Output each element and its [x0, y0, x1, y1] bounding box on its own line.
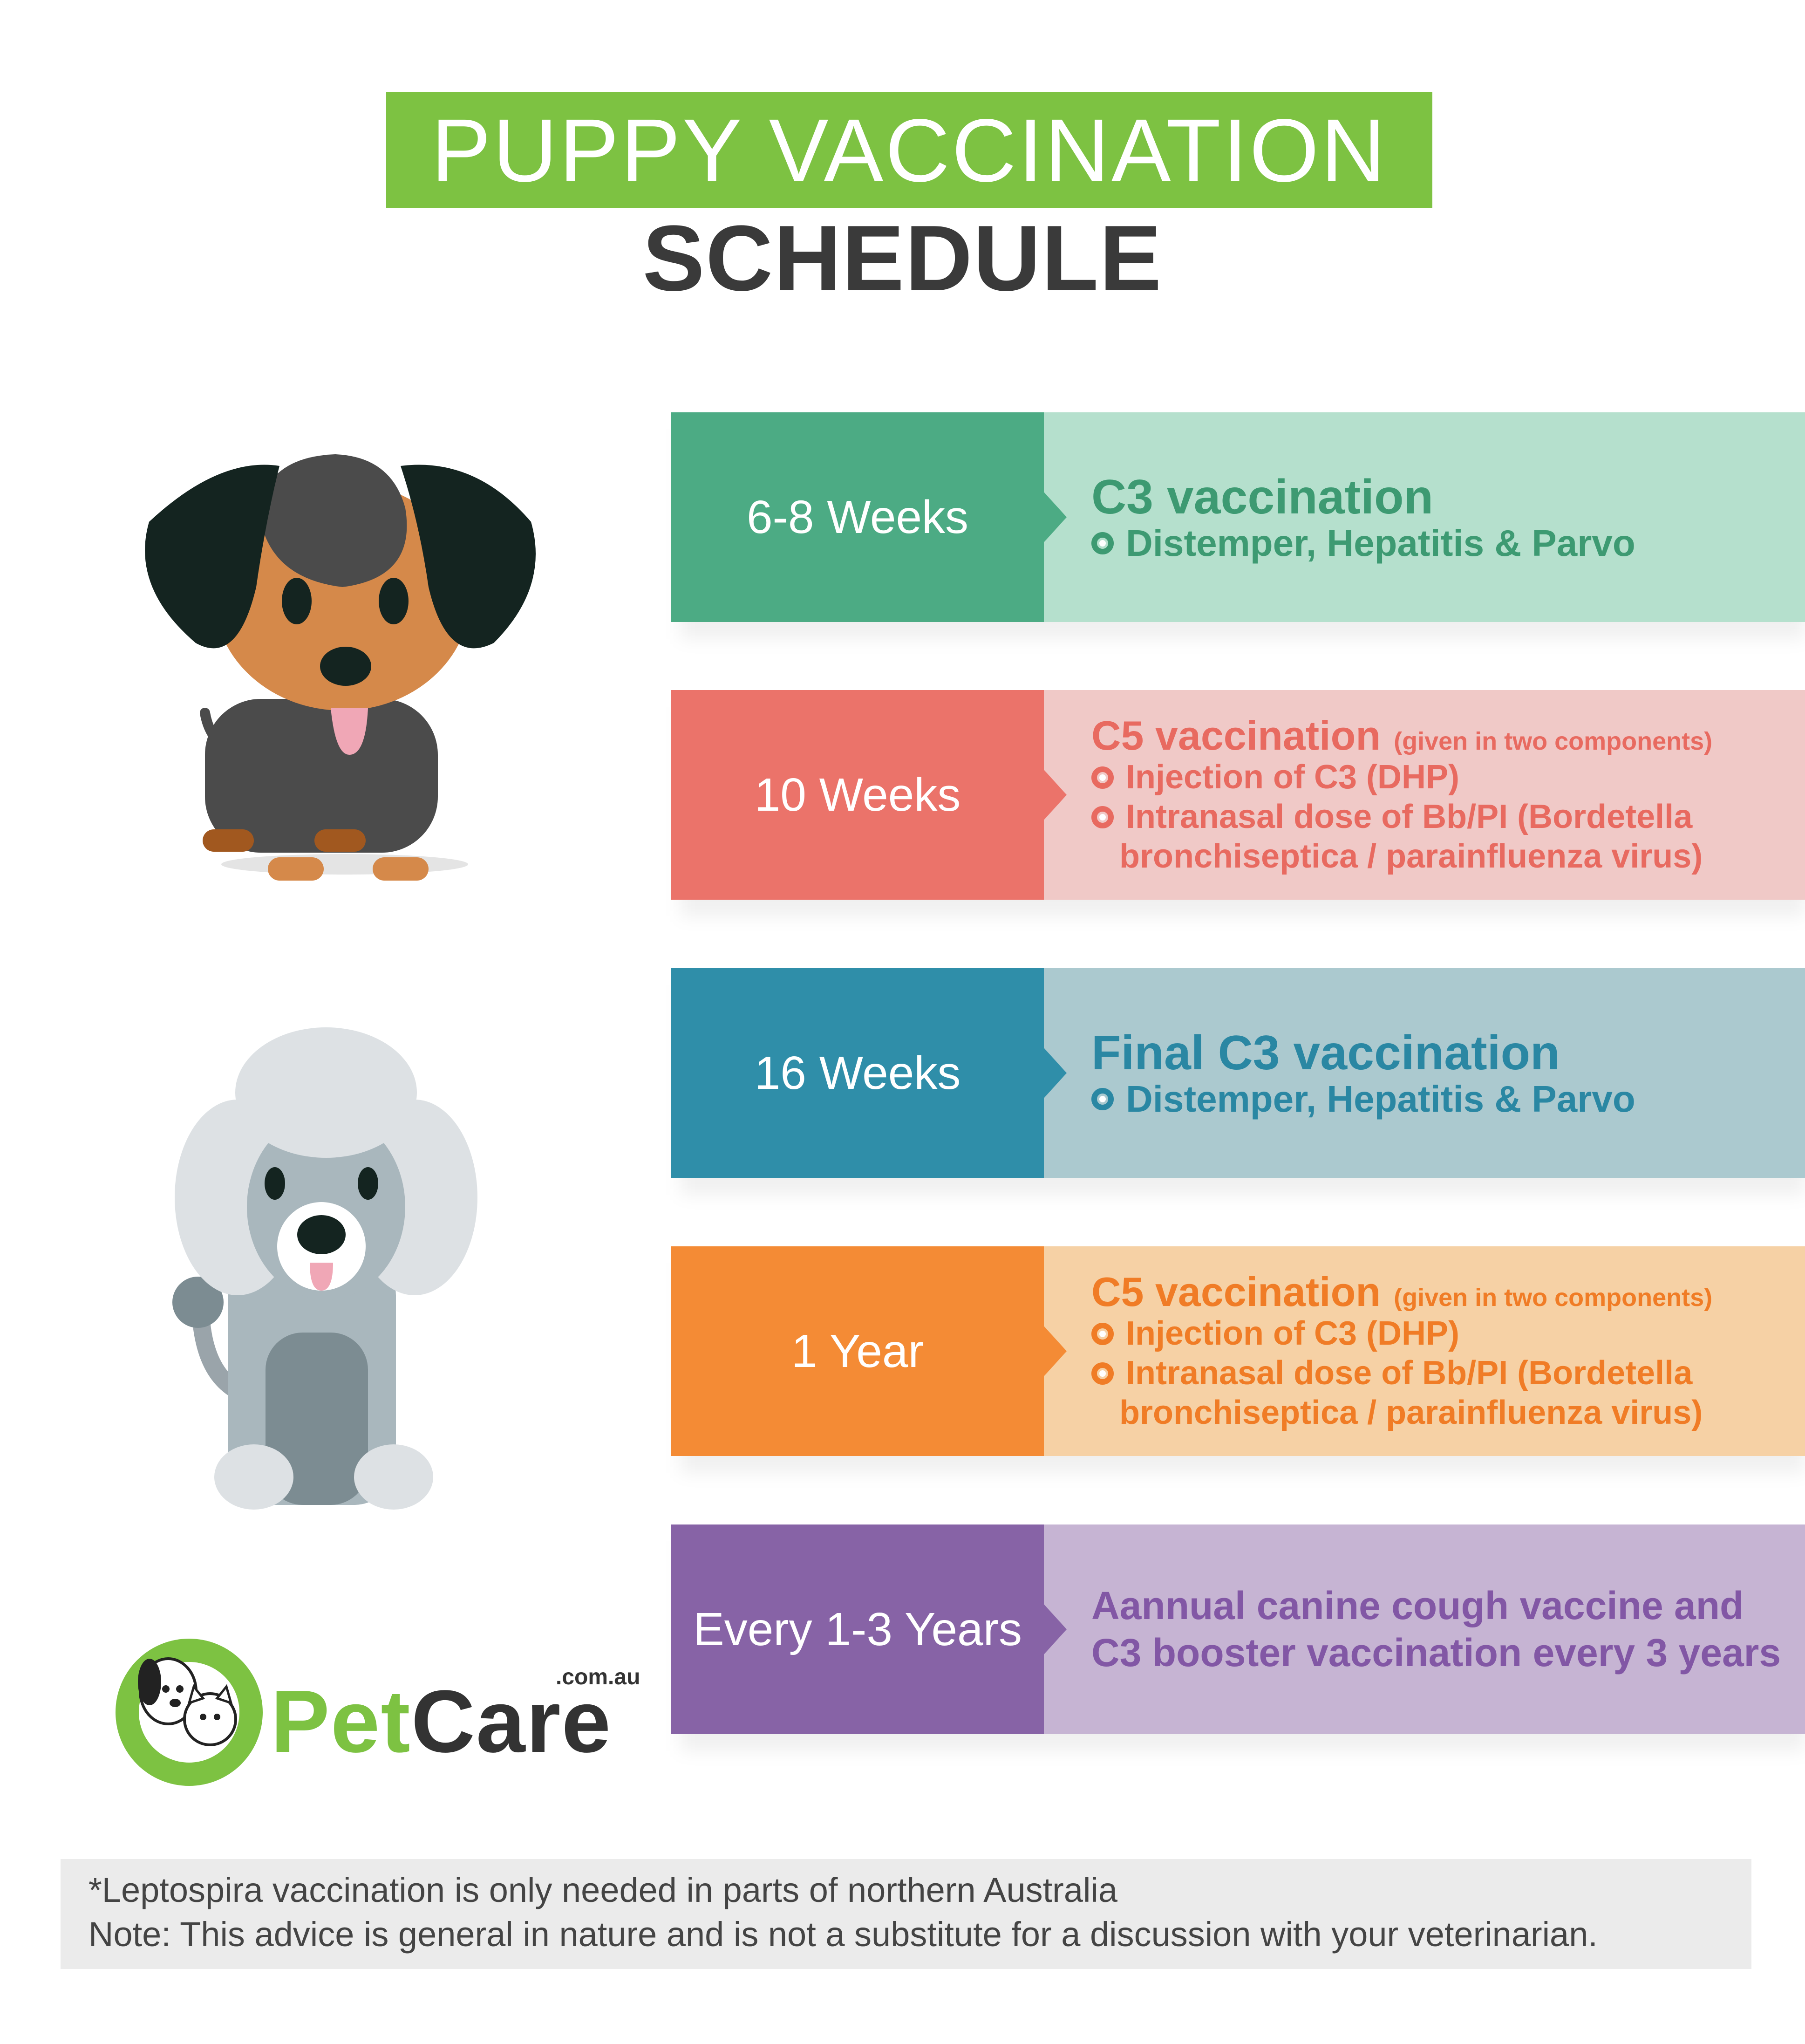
schedule-row: 6-8 Weeks C3 vaccination Distemper, Hepati…	[671, 412, 1805, 639]
row-heading: Final C3 vaccination	[1091, 1027, 1786, 1079]
row-details: C5 vaccination (given in two components) I…	[1044, 1246, 1805, 1456]
bullet-icon	[1091, 1088, 1114, 1111]
footer-line-1: *Leptospira vaccination is only needed i…	[89, 1871, 1118, 1909]
schedule-row: 10 Weeks C5 vaccination (given in two comp…	[671, 690, 1805, 916]
row-arrow-icon	[1043, 1326, 1067, 1377]
bullet-text: Distemper, Hepatitis & Parvo	[1126, 1078, 1635, 1120]
bullet-text: Injection of C3 (DHP)	[1126, 1315, 1459, 1353]
bullet-icon	[1091, 766, 1114, 789]
bullet-item: Distemper, Hepatitis & Parvo	[1091, 522, 1786, 564]
bullet-icon	[1091, 532, 1114, 555]
bullet-text: Intranasal dose of Bb/PI (Bordetella	[1126, 798, 1693, 836]
bullet-item: Intranasal dose of Bb/PI (Bordetella	[1091, 1354, 1786, 1393]
pet-mascots-icon	[116, 1639, 263, 1786]
schedule-row: 16 Weeks Final C3 vaccination Distemper, H…	[671, 968, 1805, 1195]
bullet-icon	[1091, 806, 1114, 828]
bullet-text: Distemper, Hepatitis & Parvo	[1126, 522, 1635, 564]
bullet-icon	[1091, 1362, 1114, 1385]
row-details: Final C3 vaccination Distemper, Hepatitis…	[1044, 968, 1805, 1178]
schedule-row: Every 1-3 Years Aannual canine cough vacc…	[671, 1524, 1805, 1751]
logo-wordmark: PetCare	[271, 1677, 612, 1766]
logo-word-pet: Pet	[271, 1672, 411, 1771]
poodle-puppy-illustration	[172, 1027, 477, 1510]
bullet-item: Injection of C3 (DHP)	[1091, 1314, 1786, 1354]
logo-domain: .com.au	[556, 1665, 640, 1689]
row-text-line: C3 booster vaccination every 3 years	[1091, 1631, 1781, 1675]
row-heading-text: Final C3 vaccination	[1091, 1026, 1560, 1080]
row-details: C5 vaccination (given in two components) I…	[1044, 690, 1805, 900]
row-arrow-icon	[1043, 1047, 1067, 1099]
row-heading-note: (given in two components)	[1394, 727, 1713, 756]
bullet-item: Distemper, Hepatitis & Parvo	[1091, 1078, 1786, 1120]
row-heading-text: C5 vaccination	[1091, 712, 1381, 759]
row-heading: C5 vaccination (given in two components)	[1091, 713, 1786, 758]
bullet-continuation: bronchiseptica / parainfluenza virus)	[1119, 837, 1703, 875]
row-arrow-icon	[1043, 1604, 1067, 1655]
row-heading-note: (given in two components)	[1394, 1284, 1713, 1312]
row-heading-text: C3 vaccination	[1091, 470, 1434, 525]
bullet-icon	[1091, 1322, 1114, 1345]
bullet-text: Intranasal dose of Bb/PI (Bordetella	[1126, 1354, 1693, 1392]
row-heading: C5 vaccination (given in two components)	[1091, 1270, 1786, 1314]
row-text-line: Aannual canine cough vaccine and	[1091, 1584, 1744, 1628]
row-arrow-icon	[1043, 769, 1067, 820]
title-line-2: SCHEDULE	[642, 206, 1163, 310]
row-age-label: 1 Year	[671, 1246, 1044, 1456]
bullet-continuation: bronchiseptica / parainfluenza virus)	[1119, 1394, 1703, 1431]
bullet-text: Injection of C3 (DHP)	[1126, 759, 1459, 796]
row-heading-text: C5 vaccination	[1091, 1269, 1381, 1315]
title-line-1: PUPPY VACCINATION	[431, 100, 1388, 200]
dachshund-puppy-illustration	[145, 454, 536, 881]
infographic-page: PUPPY VACCINATION SCHEDULE PetCare .com.…	[0, 0, 1805, 2044]
row-age-label: 6-8 Weeks	[671, 412, 1044, 622]
title-banner: PUPPY VACCINATION	[386, 92, 1432, 208]
row-heading: C3 vaccination	[1091, 471, 1786, 523]
bullet-item: Intranasal dose of Bb/PI (Bordetella	[1091, 797, 1786, 837]
row-arrow-icon	[1043, 492, 1067, 543]
schedule-row: 1 Year C5 vaccination (given in two compon…	[671, 1246, 1805, 1473]
row-age-label: 10 Weeks	[671, 690, 1044, 900]
bullet-item: Injection of C3 (DHP)	[1091, 758, 1786, 797]
footer-note: *Leptospira vaccination is only needed i…	[61, 1859, 1751, 1969]
row-age-label: 16 Weeks	[671, 968, 1044, 1178]
row-details: Aannual canine cough vaccine and C3 boost…	[1044, 1524, 1805, 1734]
row-details: C3 vaccination Distemper, Hepatitis & Par…	[1044, 412, 1805, 622]
row-age-label: Every 1-3 Years	[671, 1524, 1044, 1734]
petcare-logo[interactable]: PetCare .com.au	[110, 1626, 640, 1798]
footer-line-2: Note: This advice is general in nature a…	[89, 1914, 1598, 1954]
